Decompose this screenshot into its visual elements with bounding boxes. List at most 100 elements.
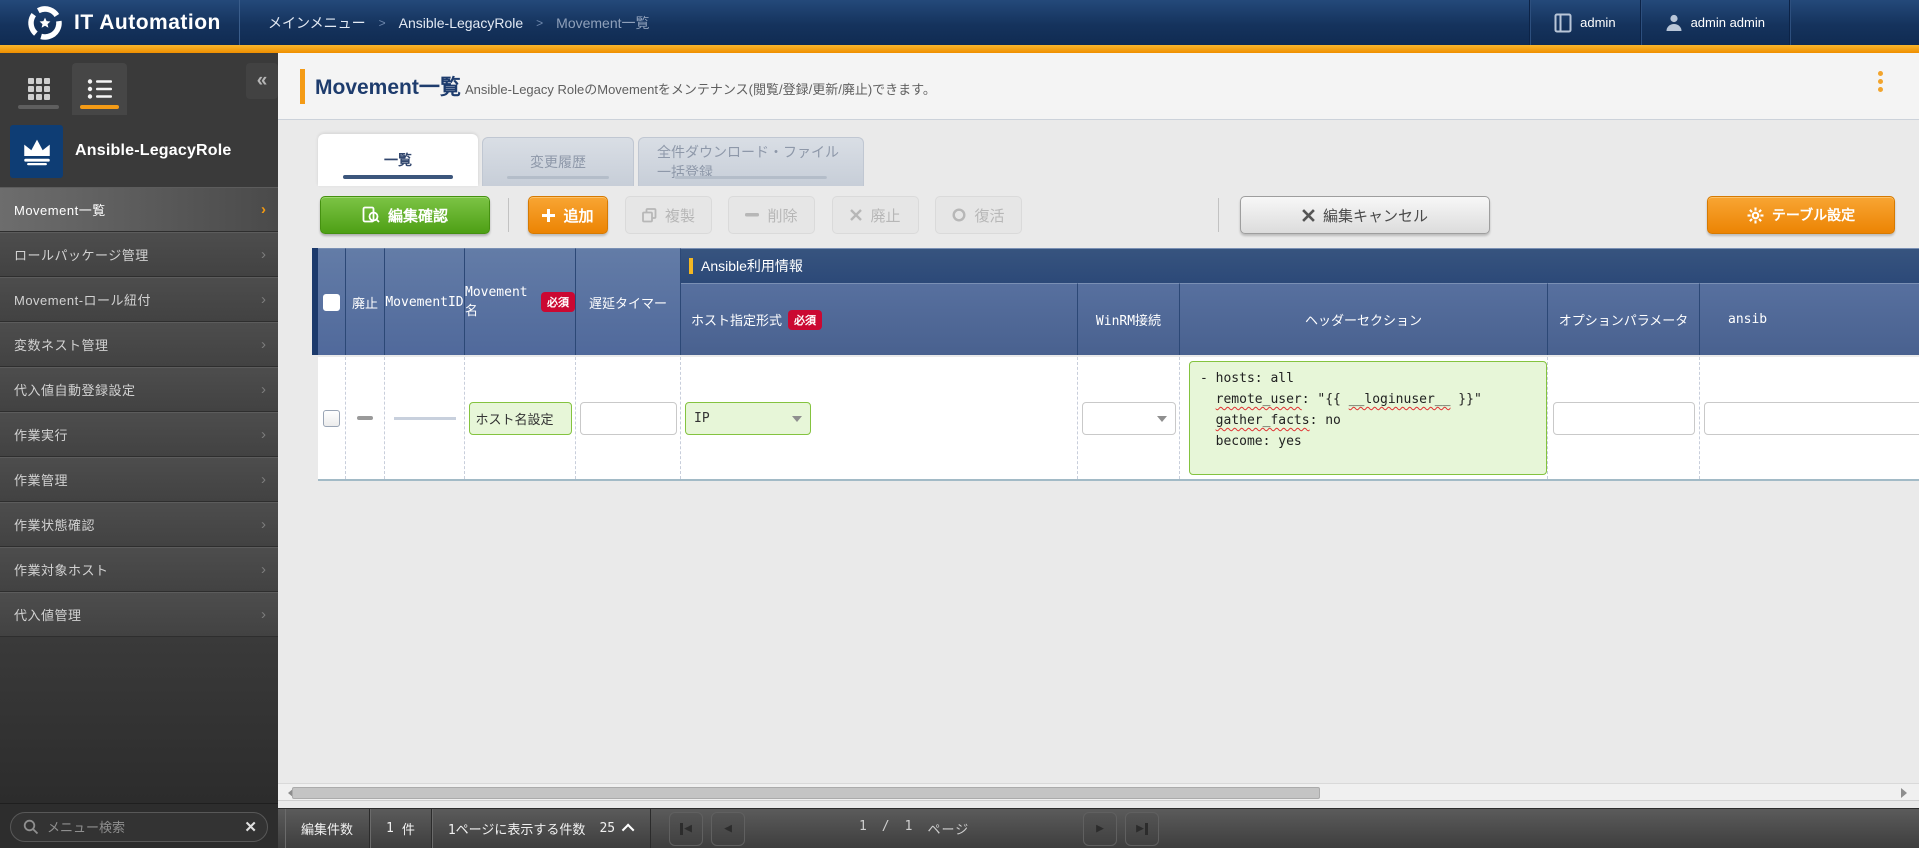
workspace-logo <box>10 125 63 178</box>
last-page-icon <box>1145 823 1148 835</box>
column-header-option-params[interactable]: オプションパラメータ <box>1548 283 1700 355</box>
circle-icon <box>952 208 966 222</box>
first-page-button[interactable]: ◀ <box>669 812 703 846</box>
page-size-select[interactable]: 25 <box>599 821 634 836</box>
dropdown-arrow-icon <box>1157 416 1167 422</box>
tab-label: 一覧 <box>384 150 412 170</box>
scroll-right-icon[interactable] <box>1901 788 1912 798</box>
sidebar-collapse-button[interactable]: « <box>246 63 278 99</box>
chevron-up-icon <box>622 824 635 837</box>
sidebar-item-substitution-auto-reg[interactable]: 代入値自動登録設定 › <box>0 367 278 412</box>
sidebar-tab-menu-list[interactable] <box>72 63 127 115</box>
table-settings-button[interactable]: テーブル設定 <box>1707 196 1895 234</box>
last-page-button[interactable]: ▶ <box>1125 812 1159 846</box>
sidebar-item-label: ロールパッケージ管理 <box>14 245 149 264</box>
column-header-delay-timer[interactable]: 遅延タイマー <box>576 248 681 355</box>
button-label: 編集確認 <box>388 205 448 226</box>
search-clear-button[interactable]: ✕ <box>244 818 257 836</box>
yaml-line: - hosts: all <box>1200 371 1294 386</box>
column-header-host-format[interactable]: ホスト指定形式 必須 <box>681 283 1078 355</box>
row-checkbox[interactable] <box>323 410 340 427</box>
sidebar-tab-menu-groups[interactable] <box>10 63 67 115</box>
footer-bar: 編集件数 1 件 1ページに表示する件数 25 ◀ ◀ 1 <box>278 808 1919 848</box>
search-icon <box>23 819 39 835</box>
sidebar-item-label: 作業実行 <box>14 425 68 444</box>
menu-search-input[interactable] <box>47 820 244 835</box>
sidebar-item-substitution-value[interactable]: 代入値管理 › <box>0 592 278 637</box>
edit-confirm-button[interactable]: 編集確認 <box>320 196 490 234</box>
tab-download-upload[interactable]: 全件ダウンロード・ファイル一括登録 <box>638 137 864 186</box>
select-all-cell <box>318 248 346 355</box>
chevron-right-icon: › <box>261 201 266 218</box>
breadcrumb-menu-group[interactable]: Ansible-LegacyRole <box>399 15 524 31</box>
collapse-chevrons-icon: « <box>257 70 268 92</box>
breadcrumb-separator-icon: > <box>536 16 543 30</box>
sidebar-item-target-host[interactable]: 作業対象ホスト › <box>0 547 278 592</box>
select-all-checkbox[interactable] <box>323 294 340 311</box>
discard-button[interactable]: 廃止 <box>832 196 919 234</box>
table-header: 廃止 MovementID Movement名 必須 遅延タイマー Ansibl… <box>318 248 1919 355</box>
next-page-button[interactable]: ▶ <box>1083 812 1117 846</box>
toolbar-divider <box>1218 198 1219 232</box>
yaml-text: }}" <box>1450 392 1481 407</box>
tab-change-history[interactable]: 変更履歴 <box>482 137 634 186</box>
column-header-discard[interactable]: 廃止 <box>346 248 385 355</box>
breadcrumb-main-menu[interactable]: メインメニュー <box>268 13 366 33</box>
sidebar-item-operation-management[interactable]: 作業管理 › <box>0 457 278 502</box>
column-header-movement-name[interactable]: Movement名 必須 <box>465 248 576 355</box>
duplicate-button[interactable]: 複製 <box>625 196 712 234</box>
host-format-select[interactable]: IP <box>685 402 811 435</box>
ansible-extra-input[interactable] <box>1704 402 1919 435</box>
column-label: Movement名 <box>465 285 535 319</box>
winrm-select[interactable] <box>1082 402 1176 435</box>
delete-button[interactable]: 削除 <box>728 196 815 234</box>
column-header-movement-id[interactable]: MovementID <box>385 248 465 355</box>
delay-timer-input[interactable] <box>580 402 677 435</box>
movement-name-input[interactable] <box>469 402 572 435</box>
sidebar-item-movement-list[interactable]: Movement一覧 › <box>0 187 278 232</box>
app-logo[interactable]: IT Automation <box>0 0 240 45</box>
label: 編集件数 <box>301 819 353 838</box>
yaml-variable: __loginuser__ <box>1349 392 1451 407</box>
workspace-header: Ansible-LegacyRole <box>0 115 278 187</box>
menu-group-button[interactable]: admin <box>1529 0 1639 45</box>
edit-count-label: 編集件数 <box>285 809 370 848</box>
header-section-textarea[interactable]: - hosts: all remote_user: "{{ __loginuse… <box>1189 361 1547 475</box>
prev-page-icon: ◀ <box>724 821 732 836</box>
gear-icon <box>1747 207 1764 224</box>
button-label: 複製 <box>665 205 695 226</box>
add-button[interactable]: 追加 <box>528 196 608 234</box>
sidebar-item-variable-nest[interactable]: 変数ネスト管理 › <box>0 322 278 367</box>
unit: 件 <box>402 819 415 838</box>
tab-underline <box>507 176 609 179</box>
option-params-input[interactable] <box>1553 402 1695 435</box>
user-menu-button[interactable]: admin admin <box>1640 0 1789 45</box>
breadcrumb-current: Movement一覧 <box>556 13 649 33</box>
menu-search-box: ✕ <box>10 812 268 842</box>
edit-cancel-button[interactable]: 編集キャンセル <box>1240 196 1490 234</box>
prev-page-button[interactable]: ◀ <box>711 812 745 846</box>
dash-placeholder <box>357 416 373 420</box>
restore-button[interactable]: 復活 <box>935 196 1022 234</box>
group-label: Ansible利用情報 <box>701 256 803 276</box>
column-header-header-section[interactable]: ヘッダーセクション <box>1180 283 1548 355</box>
page-size-value: 25 <box>599 821 615 836</box>
horizontal-scrollbar <box>278 783 1919 801</box>
sidebar-item-operation-status[interactable]: 作業状態確認 › <box>0 502 278 547</box>
sidebar-item-role-package[interactable]: ロールパッケージ管理 › <box>0 232 278 277</box>
row-delay-timer-cell <box>576 357 681 479</box>
list-icon <box>87 78 113 100</box>
column-header-winrm[interactable]: WinRM接続 <box>1078 283 1180 355</box>
scrollbar-thumb[interactable] <box>292 787 1320 799</box>
column-header-ansible-clipped[interactable]: ansib <box>1700 283 1919 355</box>
yaml-indent <box>1200 392 1216 407</box>
page-title: Movement一覧 <box>315 71 461 101</box>
count: 1 <box>386 821 394 836</box>
sidebar-item-execute[interactable]: 作業実行 › <box>0 412 278 457</box>
sidebar-item-label: 作業状態確認 <box>14 515 95 534</box>
sidebar-item-movement-role-link[interactable]: Movement-ロール紐付 › <box>0 277 278 322</box>
yaml-key: gather_facts <box>1216 413 1310 428</box>
kebab-menu-icon[interactable] <box>1878 71 1883 92</box>
top-header: IT Automation メインメニュー > Ansible-LegacyRo… <box>0 0 1919 45</box>
tab-list[interactable]: 一覧 <box>318 134 478 186</box>
